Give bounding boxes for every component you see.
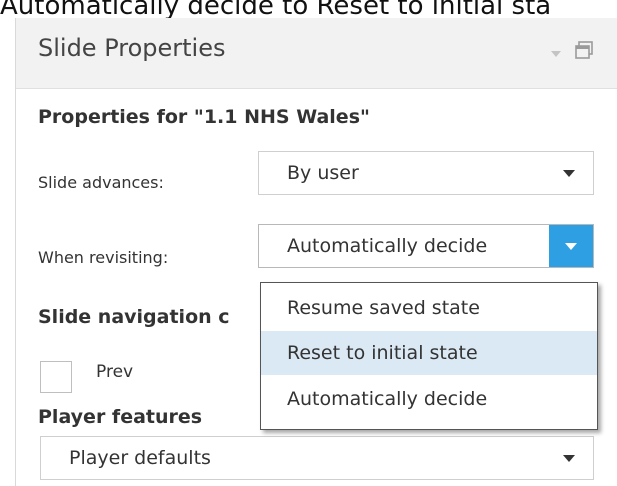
option-resume-saved-state[interactable]: Resume saved state [261,286,597,330]
when-revisiting-label: When revisiting: [38,248,169,267]
when-revisiting-select[interactable]: Automatically decide [258,224,594,268]
player-features-value: Player defaults [69,447,211,469]
prev-checkbox-label: Prev [96,362,134,382]
chevron-down-icon [563,455,575,462]
chevron-down-icon [565,243,577,250]
chevron-down-icon [563,170,575,177]
slide-navigation-heading: Slide navigation c [38,306,230,328]
panel-header: Slide Properties [16,18,617,89]
properties-heading: Properties for "1.1 NHS Wales" [38,106,370,128]
panel-title: Slide Properties [38,34,226,62]
slide-advances-select[interactable]: By user [258,151,594,195]
slide-advances-value: By user [287,162,359,184]
option-automatically-decide[interactable]: Automatically decide [261,377,597,421]
player-features-heading: Player features [38,406,203,428]
slide-advances-label: Slide advances: [38,173,164,192]
float-window-icon[interactable] [575,41,593,63]
when-revisiting-value: Automatically decide [287,235,488,257]
collapse-arrow-icon[interactable] [550,44,562,63]
player-features-select[interactable]: Player defaults [40,436,594,480]
when-revisiting-options: Resume saved state Reset to initial stat… [260,282,598,430]
slide-properties-panel: Slide Properties Properties for "1.1 NHS… [15,18,617,486]
prev-checkbox[interactable] [40,361,72,393]
option-reset-to-initial-state[interactable]: Reset to initial state [261,331,597,375]
dropdown-button[interactable] [549,225,593,267]
